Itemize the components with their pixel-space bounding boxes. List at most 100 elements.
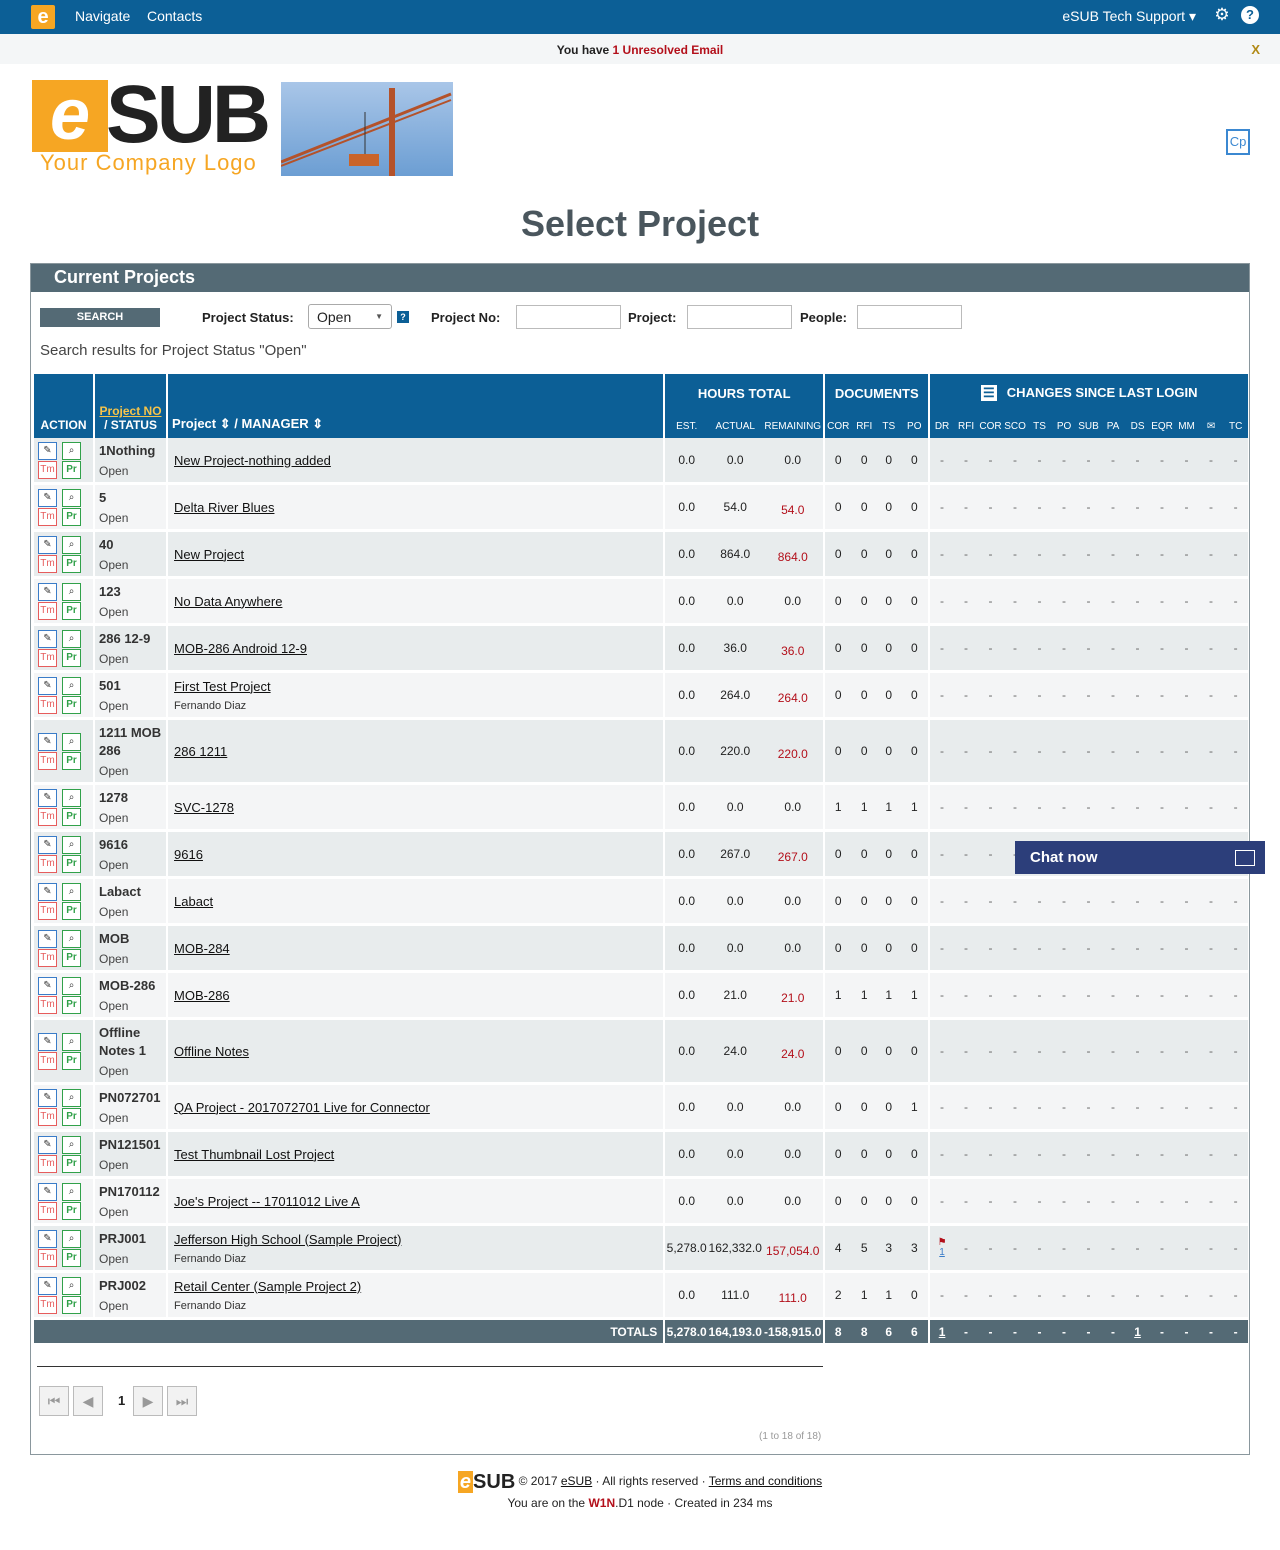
edit-icon[interactable]: ✎ [38,1277,57,1295]
project-link[interactable]: QA Project - 2017072701 Live for Connect… [174,1100,430,1115]
chat-now-widget[interactable]: Chat now [1015,841,1265,874]
dr-flag-cell[interactable]: ⚑ 1 [928,1224,954,1273]
project-link[interactable]: Labact [174,894,213,909]
timecard-icon[interactable]: Tm [38,902,57,920]
search-icon[interactable]: ⌕ [62,677,81,695]
cp-button[interactable]: Cp [1226,129,1250,155]
timecard-icon[interactable]: Tm [38,461,57,479]
project-link[interactable]: New Project [174,547,244,562]
list-icon[interactable]: ☰ [980,385,997,401]
search-icon[interactable]: ⌕ [62,733,81,751]
help-icon[interactable]: ? [397,311,409,323]
edit-icon[interactable]: ✎ [38,1089,57,1107]
timecard-icon[interactable]: Tm [38,1052,57,1070]
search-icon[interactable]: ⌕ [62,930,81,948]
project-icon[interactable]: Pr [62,1296,81,1314]
col-project[interactable]: Project ⇕ / MANAGER ⇕ [166,374,665,438]
col-projno[interactable]: Project NO / STATUS [93,374,168,438]
project-icon[interactable]: Pr [62,696,81,714]
project-link[interactable]: Offline Notes [174,1044,249,1059]
edit-icon[interactable]: ✎ [38,583,57,601]
search-button[interactable]: SEARCH [40,308,160,327]
timecard-icon[interactable]: Tm [38,855,57,873]
timecard-icon[interactable]: Tm [38,1296,57,1314]
search-icon[interactable]: ⌕ [62,583,81,601]
timecard-icon[interactable]: Tm [38,649,57,667]
project-link[interactable]: First Test Project [174,679,271,694]
project-link[interactable]: MOB-284 [174,941,230,956]
project-icon[interactable]: Pr [62,752,81,770]
nav-contacts[interactable]: Contacts [147,8,202,24]
edit-icon[interactable]: ✎ [38,789,57,807]
sort-manager[interactable]: / MANAGER [234,416,308,431]
edit-icon[interactable]: ✎ [38,677,57,695]
total-change[interactable]: 1 [928,1318,954,1346]
search-icon[interactable]: ⌕ [62,442,81,460]
project-link[interactable]: Delta River Blues [174,500,274,515]
help-icon[interactable]: ? [1241,6,1259,24]
edit-icon[interactable]: ✎ [38,489,57,507]
project-icon[interactable]: Pr [62,602,81,620]
timecard-icon[interactable]: Tm [38,752,57,770]
total-change[interactable]: 1 [1125,1318,1150,1346]
edit-icon[interactable]: ✎ [38,883,57,901]
last-page-icon[interactable]: ⏭ [167,1386,197,1416]
edit-icon[interactable]: ✎ [38,733,57,751]
timecard-icon[interactable]: Tm [38,1155,57,1173]
sort-projno-link[interactable]: Project NO [100,404,162,418]
project-link[interactable]: Jefferson High School (Sample Project) [174,1232,401,1247]
prev-page-icon[interactable]: ◀ [73,1386,103,1416]
project-icon[interactable]: Pr [62,461,81,479]
project-icon[interactable]: Pr [62,1249,81,1267]
project-icon[interactable]: Pr [62,855,81,873]
search-icon[interactable]: ⌕ [62,1277,81,1295]
search-icon[interactable]: ⌕ [62,536,81,554]
edit-icon[interactable]: ✎ [38,1136,57,1154]
search-icon[interactable]: ⌕ [62,1136,81,1154]
sort-project[interactable]: Project [172,416,216,431]
project-link[interactable]: SVC-1278 [174,800,234,815]
people-input[interactable] [857,305,962,329]
timecard-icon[interactable]: Tm [38,555,57,573]
project-icon[interactable]: Pr [62,1108,81,1126]
edit-icon[interactable]: ✎ [38,442,57,460]
timecard-icon[interactable]: Tm [38,696,57,714]
timecard-icon[interactable]: Tm [38,602,57,620]
timecard-icon[interactable]: Tm [38,996,57,1014]
edit-icon[interactable]: ✎ [38,977,57,995]
search-icon[interactable]: ⌕ [62,1183,81,1201]
timecard-icon[interactable]: Tm [38,808,57,826]
project-icon[interactable]: Pr [62,902,81,920]
project-no-input[interactable] [516,305,621,329]
project-icon[interactable]: Pr [62,1052,81,1070]
project-status-select[interactable]: Open ▼ [308,304,392,329]
search-icon[interactable]: ⌕ [62,1033,81,1051]
search-icon[interactable]: ⌕ [62,1089,81,1107]
project-icon[interactable]: Pr [62,1155,81,1173]
project-link[interactable]: No Data Anywhere [174,594,282,609]
unresolved-email-link[interactable]: 1 Unresolved Email [613,43,724,57]
project-icon[interactable]: Pr [62,949,81,967]
search-icon[interactable]: ⌕ [62,836,81,854]
project-link[interactable]: 9616 [174,847,203,862]
first-page-icon[interactable]: ⏮ [39,1386,69,1416]
edit-icon[interactable]: ✎ [38,1033,57,1051]
search-icon[interactable]: ⌕ [62,977,81,995]
user-menu[interactable]: eSUB Tech Support ▾ [1062,8,1196,25]
edit-icon[interactable]: ✎ [38,630,57,648]
esub-logo-icon[interactable]: e [31,5,55,29]
timecard-icon[interactable]: Tm [38,1108,57,1126]
maximize-icon[interactable] [1235,850,1255,866]
project-icon[interactable]: Pr [62,996,81,1014]
gear-icon[interactable]: ⚙ [1213,6,1231,24]
close-notice-button[interactable]: X [1251,34,1260,66]
search-icon[interactable]: ⌕ [62,489,81,507]
timecard-icon[interactable]: Tm [38,1202,57,1220]
search-icon[interactable]: ⌕ [62,789,81,807]
project-link[interactable]: MOB-286 Android 12-9 [174,641,307,656]
project-icon[interactable]: Pr [62,508,81,526]
edit-icon[interactable]: ✎ [38,536,57,554]
project-link[interactable]: 286 1211 [174,744,227,759]
project-link[interactable]: MOB-286 [174,988,230,1003]
edit-icon[interactable]: ✎ [38,836,57,854]
